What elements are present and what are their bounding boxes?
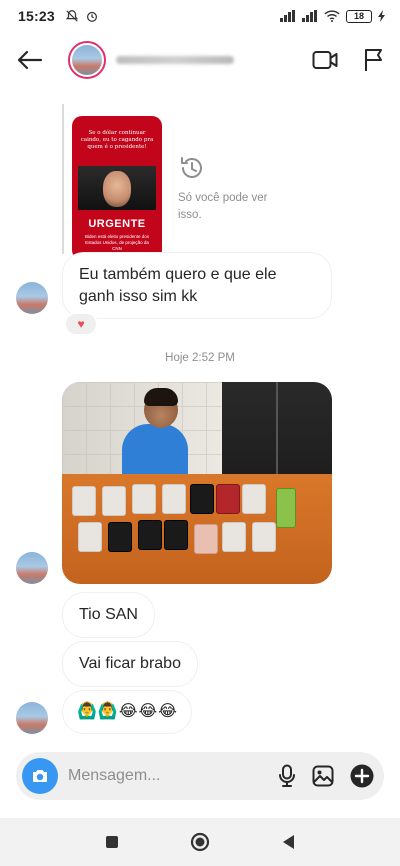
phone-box bbox=[72, 486, 96, 516]
message-input[interactable] bbox=[68, 767, 278, 785]
recents-button[interactable] bbox=[105, 835, 119, 849]
phone-box bbox=[190, 484, 214, 514]
signal-icon-2 bbox=[302, 10, 317, 22]
video-call-button[interactable] bbox=[312, 49, 338, 71]
story-reply-bar bbox=[62, 104, 64, 254]
emoji: 🙆‍♂️ bbox=[77, 703, 97, 720]
phone-box bbox=[276, 488, 296, 528]
status-bar: 15:23 18 bbox=[0, 0, 400, 32]
system-nav-bar bbox=[0, 818, 400, 866]
story-photo bbox=[78, 166, 156, 210]
history-icon bbox=[181, 157, 202, 178]
composer-actions bbox=[278, 764, 374, 788]
status-left-icons bbox=[65, 9, 99, 23]
heart-icon: ♥ bbox=[77, 317, 85, 331]
story-subtext: Biden está eleito presidente dos Estados… bbox=[84, 234, 150, 251]
sender-avatar[interactable] bbox=[16, 702, 48, 734]
voice-message-button[interactable] bbox=[278, 764, 296, 788]
photo-person-hair bbox=[144, 388, 178, 406]
message-reaction[interactable]: ♥ bbox=[64, 312, 98, 336]
message-bubble[interactable]: 🙆‍♂️ 🙆‍♂️ 😂 😂 😂 bbox=[62, 690, 192, 734]
visibility-note-text: Só você pode ver isso. bbox=[178, 192, 268, 221]
arrow-left-icon bbox=[17, 50, 43, 70]
emoji: 😂 bbox=[118, 703, 138, 720]
charging-icon bbox=[378, 10, 385, 22]
phone-box bbox=[78, 522, 102, 552]
mute-icon bbox=[65, 10, 78, 22]
camera-icon bbox=[33, 770, 47, 782]
story-face bbox=[103, 171, 131, 207]
phone-box bbox=[108, 522, 132, 552]
flag-icon bbox=[365, 49, 382, 71]
message-text: Tio SAN bbox=[79, 606, 138, 623]
story-headline: Se o dólar continuar caindo, eu to cagan… bbox=[80, 130, 154, 151]
image-icon bbox=[312, 765, 334, 787]
wifi-icon bbox=[324, 10, 340, 22]
phone-box bbox=[194, 524, 218, 554]
message-text: Vai ficar brabo bbox=[79, 655, 181, 672]
report-button[interactable] bbox=[364, 48, 384, 72]
photo-phone-boxes bbox=[72, 482, 322, 572]
circle-home-icon bbox=[190, 832, 210, 852]
phone-box bbox=[102, 486, 126, 516]
header-actions bbox=[312, 48, 384, 72]
emoji: 😂 bbox=[138, 703, 158, 720]
avatar-image bbox=[72, 45, 102, 75]
alarm-icon bbox=[86, 11, 97, 22]
message-bubble[interactable]: Tio SAN bbox=[62, 592, 155, 638]
phone-box bbox=[164, 520, 188, 550]
camera-button[interactable] bbox=[22, 758, 58, 794]
sender-avatar[interactable] bbox=[16, 552, 48, 584]
story-banner: URGENTE bbox=[88, 218, 146, 230]
message-timestamp: Hoje 2:52 PM bbox=[165, 352, 235, 364]
more-options-button[interactable] bbox=[350, 764, 374, 788]
sender-avatar[interactable] bbox=[16, 282, 48, 314]
message-composer bbox=[16, 752, 384, 800]
phone-box bbox=[242, 484, 266, 514]
phone-box bbox=[252, 522, 276, 552]
contact-avatar[interactable] bbox=[68, 41, 106, 79]
home-button[interactable] bbox=[190, 832, 210, 852]
signal-icon bbox=[280, 10, 295, 22]
battery-indicator: 18 bbox=[346, 9, 372, 23]
gallery-button[interactable] bbox=[312, 765, 334, 787]
message-text: Eu também quero e que ele ganh isso sim … bbox=[79, 266, 277, 305]
microphone-icon bbox=[279, 764, 295, 787]
message-bubble[interactable]: Eu também quero e que ele ganh isso sim … bbox=[62, 252, 332, 320]
phone-box bbox=[138, 520, 162, 550]
story-thumbnail[interactable]: Se o dólar continuar caindo, eu to cagan… bbox=[72, 116, 162, 260]
photo-message[interactable] bbox=[62, 382, 332, 584]
status-time: 15:23 bbox=[18, 8, 55, 24]
phone-box bbox=[222, 522, 246, 552]
video-call-icon bbox=[312, 51, 338, 69]
phone-box bbox=[162, 484, 186, 514]
emoji: 🙆‍♂️ bbox=[97, 703, 118, 720]
phone-box bbox=[216, 484, 240, 514]
contact-username-blurred[interactable] bbox=[116, 56, 234, 64]
message-bubble[interactable]: Vai ficar brabo bbox=[62, 641, 198, 687]
back-button[interactable] bbox=[16, 46, 44, 74]
phone-box bbox=[132, 484, 156, 514]
back-nav-button[interactable] bbox=[281, 834, 295, 850]
status-right: 18 bbox=[280, 9, 386, 23]
triangle-back-icon bbox=[282, 835, 294, 849]
square-recents-icon bbox=[106, 836, 119, 848]
emoji-message: 🙆‍♂️ 🙆‍♂️ 😂 😂 😂 bbox=[77, 701, 177, 723]
emoji: 😂 bbox=[158, 703, 177, 720]
story-visibility-note: Só você pode ver isso. bbox=[178, 154, 278, 223]
chat-header bbox=[0, 32, 400, 88]
add-icon bbox=[350, 764, 374, 788]
